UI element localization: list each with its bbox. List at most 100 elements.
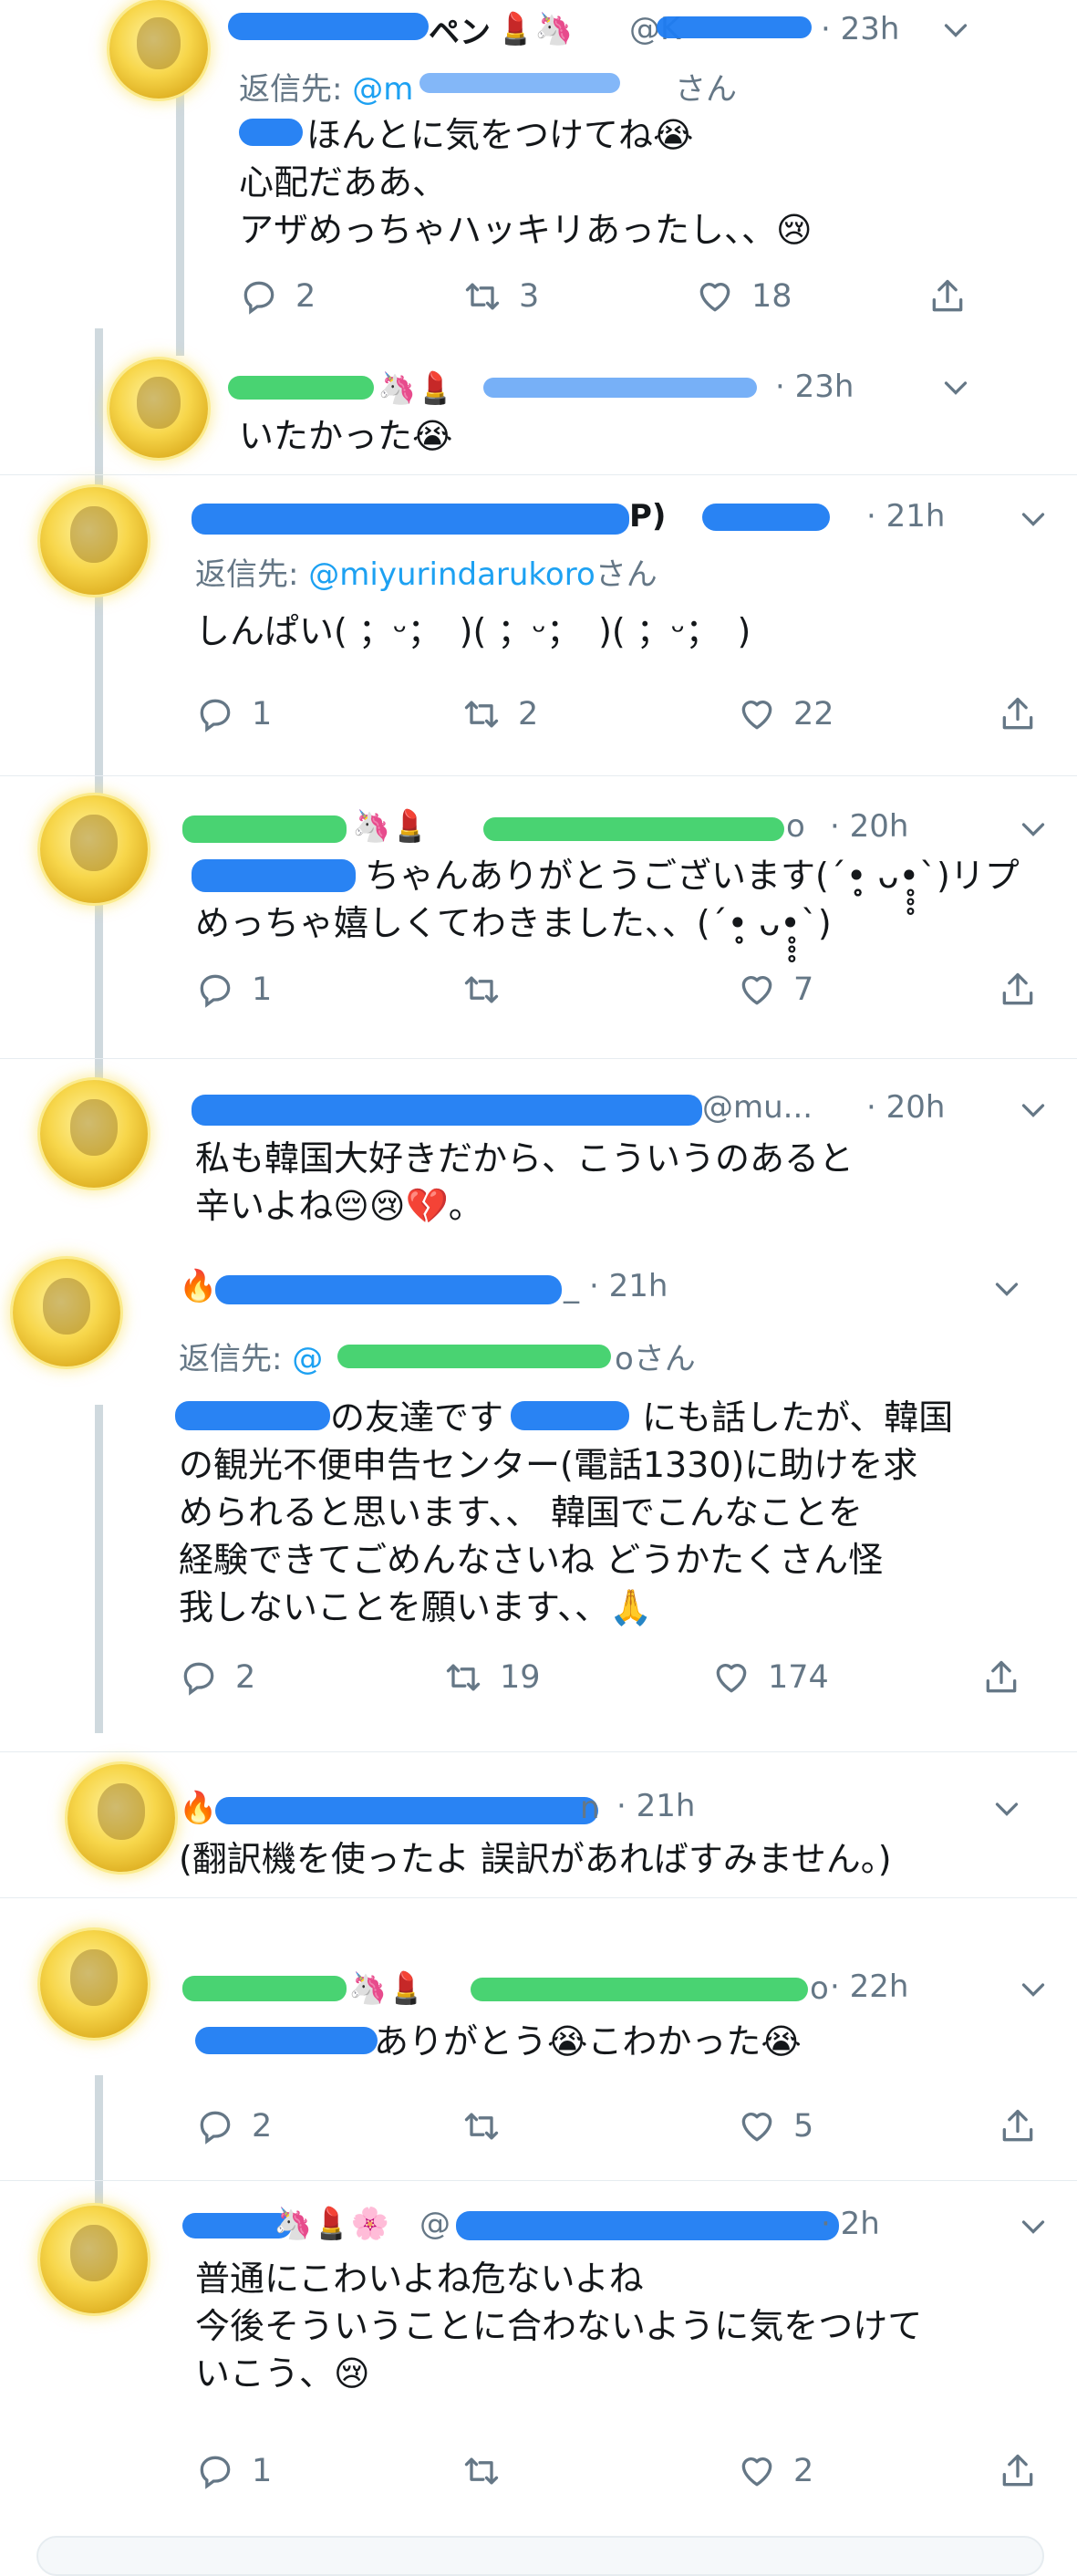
handle[interactable]: o [786, 808, 805, 845]
share-button[interactable] [998, 2103, 1054, 2149]
tweet-text: しんぱい( ；ᵕ； )( ；ᵕ； )( ；ᵕ； ) [195, 611, 751, 651]
retweet-button[interactable]: 3 [462, 274, 539, 319]
avatar[interactable] [67, 1764, 175, 1872]
tweet-4[interactable]: 🦄💄 o · 20h ちゃんありがとうございます(´•̥̥̥ ᴗ•̥̥̥`)リプ… [0, 775, 1077, 1049]
chevron-down-icon[interactable] [939, 372, 972, 405]
redaction-scribble [456, 2211, 839, 2240]
share-button[interactable] [998, 967, 1054, 1013]
reply-icon [200, 2456, 231, 2489]
reply-icon [200, 699, 231, 732]
display-name[interactable]: n [580, 1790, 600, 1826]
name-emoji: 🦄💄🌸 [274, 2206, 390, 2242]
avatar[interactable] [109, 359, 208, 458]
tweet-actions: 2 3 18 [239, 274, 987, 319]
timestamp[interactable]: · 21h [866, 498, 945, 535]
like-button[interactable]: 2 [737, 2448, 813, 2494]
redaction-scribble [657, 16, 812, 38]
display-name[interactable]: _ [564, 1268, 579, 1304]
reply-to-handle[interactable]: @ [292, 1341, 323, 1377]
avatar[interactable] [40, 2206, 148, 2313]
retweet-icon [465, 283, 500, 310]
redaction-scribble [182, 815, 347, 843]
tweet-8[interactable]: 🦄💄 o · 22h ありがとう😭こわかった😭 2 5 [0, 1897, 1077, 2171]
reply-button[interactable]: 2 [195, 2103, 272, 2149]
timestamp[interactable]: · 21h [589, 1268, 668, 1304]
avatar[interactable] [40, 795, 148, 903]
avatar[interactable] [40, 487, 148, 595]
reply-compose-bar[interactable] [36, 2536, 1044, 2576]
reply-button[interactable]: 1 [195, 691, 272, 737]
display-name[interactable]: P) [629, 498, 666, 535]
chevron-down-icon[interactable] [939, 15, 972, 47]
share-button[interactable] [998, 2448, 1054, 2494]
timestamp[interactable]: · 2h [821, 2206, 880, 2242]
handle[interactable]: o [810, 1970, 829, 2007]
tweet-text: いたかった😭 [239, 416, 453, 456]
share-button[interactable] [927, 274, 984, 319]
timestamp[interactable]: · 20h [866, 1089, 945, 1126]
name-emoji: 🔥 [179, 1268, 218, 1304]
retweet-icon [446, 1664, 481, 1691]
tweet-3[interactable]: P) · 21h 返信先: @miyurindarukoroさん しんぱい( ；… [0, 474, 1077, 766]
avatar[interactable] [13, 1259, 120, 1366]
tweet-9[interactable]: 🦄💄🌸 @ · 2h 普通にこわいよね危ないよね 今後そういうことに合わないよう… [0, 2180, 1077, 2527]
redaction-scribble [419, 73, 620, 93]
chevron-down-icon[interactable] [1017, 2211, 1050, 2244]
avatar[interactable] [40, 1080, 148, 1188]
tweet-actions: 2 5 [195, 2103, 1034, 2149]
retweet-button[interactable] [461, 2103, 518, 2149]
timestamp[interactable]: · 21h [616, 1788, 695, 1824]
retweet-button[interactable] [461, 2448, 518, 2494]
chevron-down-icon[interactable] [1017, 504, 1050, 536]
like-button[interactable]: 18 [695, 274, 792, 319]
handle[interactable]: @ [419, 2206, 450, 2242]
retweet-button[interactable]: 2 [461, 691, 538, 737]
share-icon [1002, 697, 1033, 730]
handle[interactable]: @mu... [702, 1089, 813, 1126]
tweet-5[interactable]: @mu... · 20h 私も韓国大好きだから、こういうのあると 辛いよね😔😢💔… [0, 1058, 1077, 1241]
like-button[interactable]: 22 [737, 691, 834, 737]
like-button[interactable]: 174 [711, 1655, 829, 1700]
avatar[interactable] [109, 0, 208, 99]
reply-to-handle[interactable]: @m [352, 71, 413, 108]
like-button[interactable]: 5 [737, 2103, 813, 2149]
share-button[interactable] [998, 691, 1054, 737]
retweet-button[interactable] [461, 967, 518, 1013]
reply-button[interactable]: 2 [239, 274, 316, 319]
redaction-scribble [192, 504, 629, 535]
like-button[interactable]: 7 [737, 967, 813, 1013]
reply-button[interactable]: 1 [195, 2448, 272, 2494]
reply-button[interactable]: 2 [179, 1655, 255, 1700]
share-icon [986, 1660, 1017, 1693]
reply-to-handle[interactable]: @miyurindarukoro [308, 556, 595, 593]
timestamp[interactable]: · 23h [821, 11, 899, 47]
name-emoji: 🦄💄 [352, 808, 430, 845]
tweet-1[interactable]: ペン 💄🦄 @K · 23h 返信先: @m さん ほんとに気をつけてね😭 心配… [0, 0, 1077, 356]
retweet-icon [464, 2457, 499, 2485]
tweet-2[interactable]: 🦄💄 · 23h いたかった😭 [0, 356, 1077, 474]
retweet-icon [464, 701, 499, 728]
chevron-down-icon[interactable] [1017, 1095, 1050, 1127]
reply-to-suffix: oさん [615, 1341, 696, 1377]
tweet-text: 普通にこわいよね危ないよね 今後そういうことに合わないように気をつけて いこう、… [195, 2259, 923, 2394]
chevron-down-icon[interactable] [990, 1793, 1023, 1826]
retweet-button[interactable]: 19 [443, 1655, 541, 1700]
heart-icon [741, 976, 772, 1005]
heart-icon [741, 701, 772, 730]
share-button[interactable] [981, 1655, 1038, 1700]
tweet-6[interactable]: 🔥 _ · 21h 返信先: @ oさん の友達です にも話したが、韓国 の観光… [0, 1250, 1077, 1742]
redaction-scribble [702, 504, 830, 531]
tweet-7[interactable]: 🔥 n · 21h (翻訳機を使ったよ 誤訳があればすみません。) [0, 1751, 1077, 1888]
reply-button[interactable]: 1 [195, 967, 272, 1013]
redaction-scribble [228, 13, 429, 40]
display-name[interactable]: ペン [429, 7, 491, 52]
share-icon [1002, 972, 1033, 1005]
chevron-down-icon[interactable] [990, 1273, 1023, 1306]
timestamp[interactable]: · 22h [830, 1968, 908, 2005]
heart-icon [741, 2113, 772, 2142]
timestamp[interactable]: · 20h [830, 808, 908, 845]
chevron-down-icon[interactable] [1017, 1974, 1050, 2007]
chevron-down-icon[interactable] [1017, 814, 1050, 847]
timestamp[interactable]: · 23h [775, 369, 854, 405]
avatar[interactable] [40, 1930, 148, 2038]
